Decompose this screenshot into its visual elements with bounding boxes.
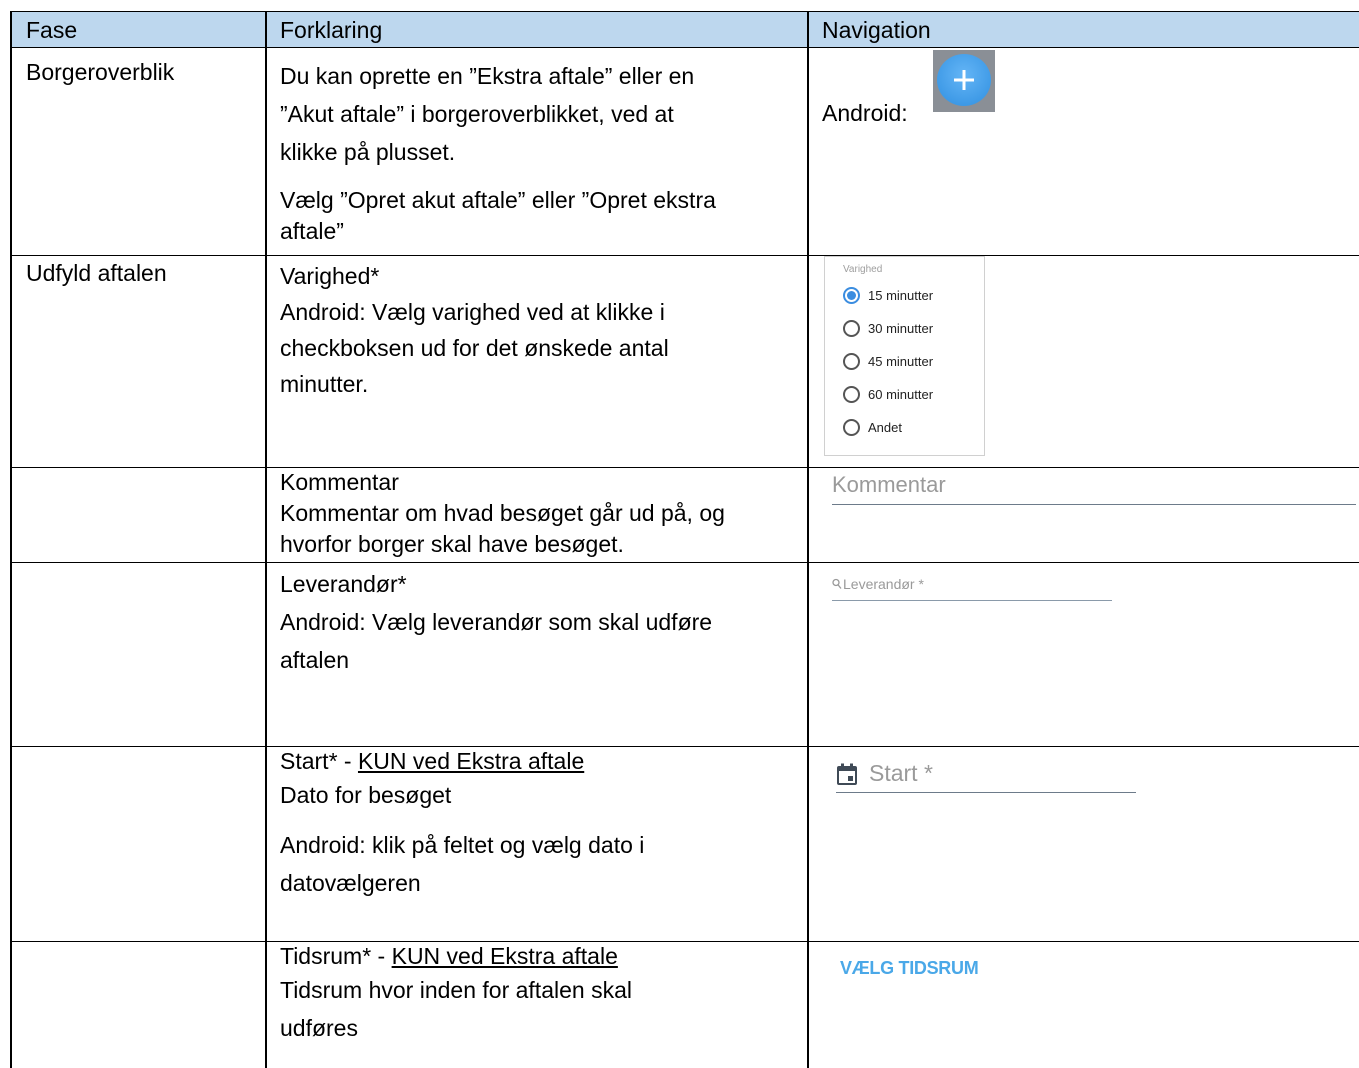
calendar-icon: [837, 763, 857, 785]
row-divider: [11, 467, 1359, 468]
fase-label: Borgeroverblik: [26, 59, 175, 85]
row-divider: [11, 941, 1359, 942]
radio-option-andet[interactable]: Andet: [843, 417, 902, 437]
forklaring-line: klikke på plusset.: [280, 139, 456, 165]
varighed-radio-group: Varighed 15 minutter 30 minutter 45 minu…: [824, 256, 985, 456]
row-title: Start* - KUN ved Ekstra aftale: [280, 746, 807, 776]
radio-unselected-icon: [843, 319, 860, 337]
row-divider: [11, 47, 1359, 48]
header-fase: Fase: [26, 17, 78, 43]
radio-option-label: 45 minutter: [868, 353, 934, 369]
forklaring-line: datovælgeren: [280, 870, 421, 896]
forklaring-line: hvorfor borger skal have besøget.: [280, 531, 624, 557]
plus-icon: [937, 54, 991, 106]
radio-selected-icon: [843, 286, 860, 304]
leverandor-placeholder: Leverandør *: [843, 576, 924, 592]
table-border-top: [11, 11, 1359, 12]
radio-option-60[interactable]: 60 minutter: [843, 384, 933, 404]
forklaring-line: minutter.: [280, 371, 369, 397]
row-divider: [11, 255, 1359, 256]
header-navigation: Navigation: [822, 17, 931, 43]
start-date-input[interactable]: Start *: [836, 756, 1136, 793]
radio-option-label: Andet: [868, 419, 902, 435]
header-cell-navigation: Navigation: [807, 11, 1359, 47]
vaelg-tidsrum-button[interactable]: VÆLG TIDSRUM: [840, 958, 979, 979]
row-title-underlined: KUN ved Ekstra aftale: [391, 943, 618, 969]
search-icon: [832, 578, 842, 589]
forklaring-line: udføres: [280, 1015, 358, 1041]
start-placeholder: Start *: [869, 760, 933, 786]
forklaring-line: Android: Vælg varighed ved at klikke i: [280, 299, 665, 325]
input-underline: [832, 600, 1112, 601]
forklaring-line: aftalen: [280, 647, 350, 673]
forklaring-line: Vælg ”Opret akut aftale” eller ”Opret ek…: [280, 187, 716, 213]
table-row: Tidsrum* - KUN ved Ekstra aftale Tidsrum…: [11, 941, 1359, 1068]
radio-option-label: 60 minutter: [868, 386, 934, 402]
row-title: Varighed*: [280, 263, 380, 289]
radio-option-30[interactable]: 30 minutter: [843, 318, 933, 338]
table-row: Start* - KUN ved Ekstra aftale Dato for …: [11, 746, 1359, 941]
radio-group-title: Varighed: [843, 264, 883, 275]
input-underline: [836, 792, 1136, 793]
fase-label: Udfyld aftalen: [26, 260, 167, 286]
column-divider: [807, 11, 809, 1068]
radio-unselected-icon: [843, 352, 860, 370]
row-title: Leverandør*: [280, 571, 407, 597]
table-row: Borgeroverblik Du kan oprette en ”Ekstra…: [11, 47, 1359, 255]
forklaring-line: aftale”: [280, 218, 344, 244]
row-title-underlined: KUN ved Ekstra aftale: [357, 748, 585, 774]
row-title: Kommentar: [280, 469, 399, 495]
forklaring-line: Android: Vælg leverandør som skal udføre: [280, 609, 713, 635]
table-row: Leverandør* Android: Vælg leverandør som…: [11, 562, 1359, 746]
radio-option-45[interactable]: 45 minutter: [843, 351, 933, 371]
forklaring-line: Dato for besøget: [280, 782, 452, 808]
forklaring-line: checkboksen ud for det ønskede antal: [280, 335, 669, 361]
forklaring-line: Kommentar om hvad besøget går ud på, og: [280, 500, 725, 526]
row-title: Tidsrum* - KUN ved Ekstra aftale: [280, 941, 807, 971]
leverandor-search-input[interactable]: Leverandør *: [832, 576, 1112, 601]
radio-unselected-icon: [843, 418, 860, 436]
row-divider: [11, 562, 1359, 563]
header-forklaring: Forklaring: [280, 17, 383, 43]
forklaring-line: Du kan oprette en ”Ekstra aftale” eller …: [280, 63, 695, 89]
row-divider: [11, 746, 1359, 747]
table-header-row: Fase Forklaring Navigation: [11, 11, 1359, 47]
plus-fab-button[interactable]: [933, 50, 995, 112]
radio-option-15[interactable]: 15 minutter: [843, 285, 933, 305]
table-row: Udfyld aftalen Varighed* Android: Vælg v…: [11, 255, 1359, 467]
forklaring-line: Android: klik på feltet og vælg dato i: [280, 832, 645, 858]
radio-unselected-icon: [843, 385, 860, 403]
header-cell-fase: Fase: [11, 11, 266, 47]
header-cell-forklaring: Forklaring: [266, 11, 807, 47]
radio-option-label: 30 minutter: [868, 320, 934, 336]
row-title-prefix: Start* -: [280, 748, 358, 774]
forklaring-line: Tidsrum hvor inden for aftalen skal: [280, 977, 632, 1003]
row-title-prefix: Tidsrum* -: [280, 943, 392, 969]
column-divider: [10, 11, 12, 1068]
kommentar-input[interactable]: Kommentar: [832, 470, 1356, 505]
input-underline: [832, 504, 1356, 505]
radio-option-label: 15 minutter: [868, 287, 934, 303]
kommentar-placeholder: Kommentar: [832, 472, 946, 497]
column-divider: [265, 11, 267, 1068]
forklaring-line: ”Akut aftale” i borgeroverblikket, ved a…: [280, 101, 674, 127]
navigation-android-label: Android:: [822, 100, 908, 126]
